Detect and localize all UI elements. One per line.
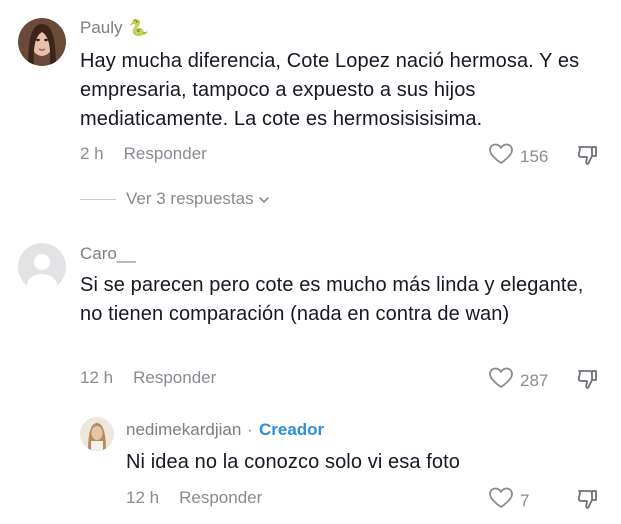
reply-time: 12 h xyxy=(126,488,160,507)
like-count: 156 xyxy=(520,146,549,166)
heart-outline-icon xyxy=(488,487,514,514)
thumbs-down-icon xyxy=(576,490,600,515)
like-count: 287 xyxy=(520,370,549,390)
avatar-nedimekardjian[interactable] xyxy=(80,417,114,451)
like-button[interactable]: 287 xyxy=(488,367,548,394)
dislike-button[interactable] xyxy=(576,143,600,172)
comment-time: 12 h xyxy=(80,368,114,387)
divider-line xyxy=(80,198,116,200)
like-button[interactable]: 156 xyxy=(488,143,548,170)
thumbs-down-icon xyxy=(576,146,600,171)
reply-button[interactable]: Responder xyxy=(133,368,216,388)
heart-outline-icon xyxy=(488,143,514,170)
comment-meta: 12 h Responder xyxy=(80,368,216,388)
comment-meta: 2 h Responder xyxy=(80,144,207,164)
view-replies-label: Ver 3 respuestas xyxy=(126,189,254,208)
thumbs-down-icon xyxy=(576,370,600,395)
reply-button[interactable]: Responder xyxy=(124,144,207,164)
like-button[interactable]: 7 xyxy=(488,487,529,514)
view-replies-button[interactable]: Ver 3 respuestas xyxy=(80,189,270,209)
dislike-button[interactable] xyxy=(576,367,600,396)
avatar-caro[interactable] xyxy=(18,243,66,291)
creator-badge: Creador xyxy=(258,420,325,439)
snake-emoji-icon: 🐍 xyxy=(128,20,149,37)
comment-text: Hay mucha diferencia, Cote Lopez nació h… xyxy=(80,50,580,130)
like-count: 7 xyxy=(520,490,530,510)
avatar-pauly[interactable] xyxy=(18,18,66,66)
comment-time: 2 h xyxy=(80,144,104,163)
heart-outline-icon xyxy=(488,367,514,394)
comment-username[interactable]: Caro__ xyxy=(80,244,136,264)
reply-username[interactable]: nedimekardjian · Creador xyxy=(126,420,324,440)
reply-text: Ni idea no la conozco solo vi esa foto xyxy=(126,451,460,473)
chevron-down-icon xyxy=(258,189,270,209)
reply-meta: 12 h Responder xyxy=(126,488,262,508)
dislike-button[interactable] xyxy=(576,487,600,516)
comment-username[interactable]: Pauly 🐍 xyxy=(80,18,148,38)
separator-dot: · xyxy=(247,420,253,439)
reply-button[interactable]: Responder xyxy=(179,488,262,508)
comment-text: Si se parecen pero cote es mucho más lin… xyxy=(80,274,584,325)
